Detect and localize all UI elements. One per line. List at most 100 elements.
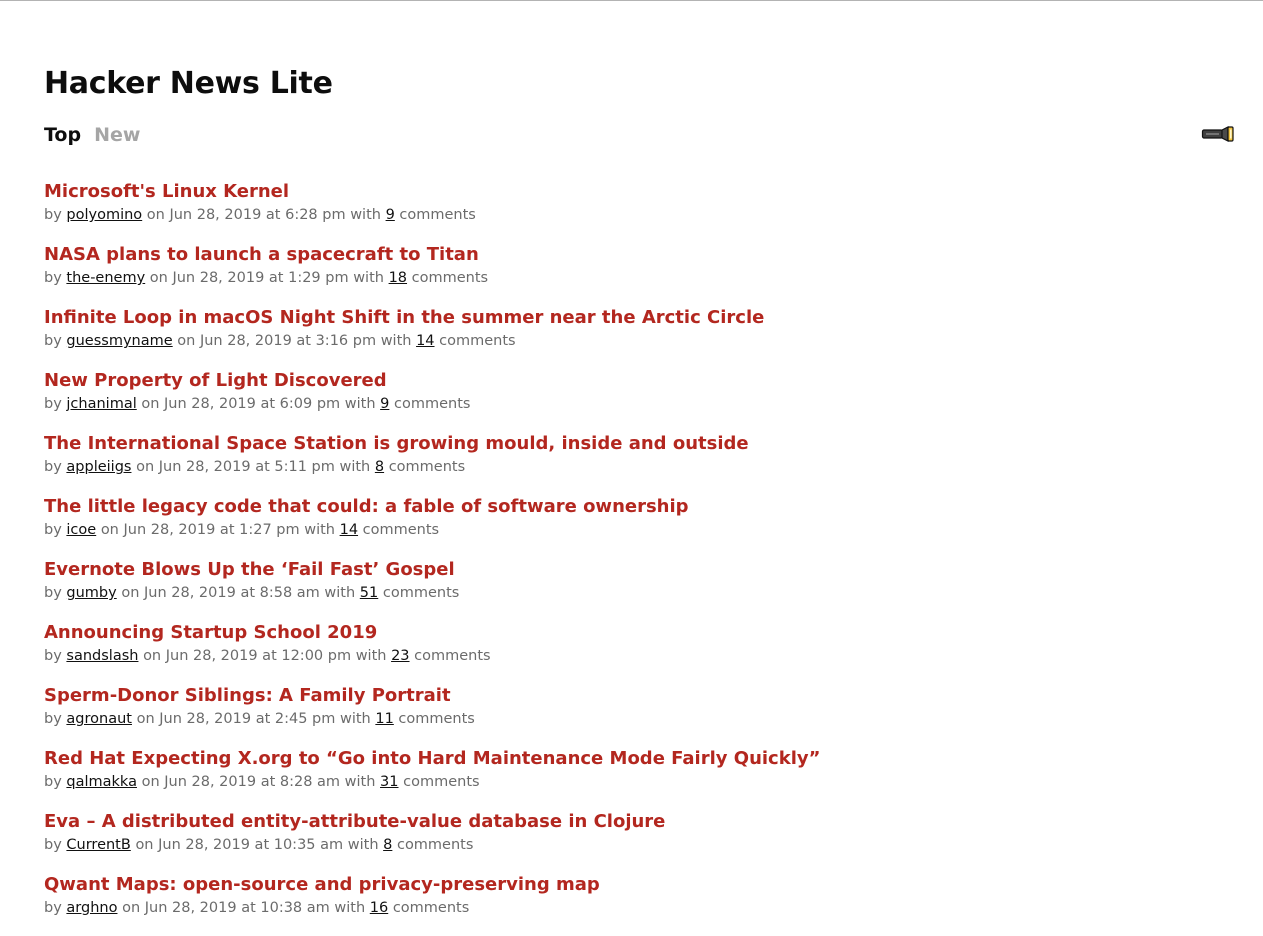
story-title-link[interactable]: Microsoft's Linux Kernel <box>44 180 1144 204</box>
story-item: New Property of Light Discovered by jcha… <box>44 369 1144 432</box>
story-title-link[interactable]: Infinite Loop in macOS Night Shift in th… <box>44 306 1144 330</box>
meta-with-label: with <box>344 396 376 412</box>
author-link[interactable]: polyomino <box>66 207 142 223</box>
meta-on-label: on <box>143 648 162 664</box>
story-title-link[interactable]: The little legacy code that could: a fab… <box>44 495 1144 519</box>
meta-on-label: on <box>177 333 196 349</box>
story-title-link[interactable]: Red Hat Expecting X.org to “Go into Hard… <box>44 747 1144 771</box>
meta-by-label: by <box>44 270 62 286</box>
story-item: Microsoft's Linux Kernel by polyomino on… <box>44 180 1144 243</box>
meta-with-label: with <box>380 333 412 349</box>
author-link[interactable]: arghno <box>66 900 117 916</box>
story-item: Infinite Loop in macOS Night Shift in th… <box>44 306 1144 369</box>
story-date: Jun 28, 2019 at 6:09 pm <box>164 396 341 412</box>
comment-count-link[interactable]: 9 <box>380 396 389 412</box>
story-title-link[interactable]: Evernote Blows Up the ‘Fail Fast’ Gospel <box>44 558 1144 582</box>
meta-with-label: with <box>339 459 371 475</box>
author-link[interactable]: agronaut <box>66 711 132 727</box>
story-date: Jun 28, 2019 at 6:28 pm <box>169 207 346 223</box>
story-item: Eva – A distributed entity-attribute-val… <box>44 810 1144 873</box>
meta-comments-label: comments <box>398 711 475 727</box>
meta-by-label: by <box>44 522 62 538</box>
author-link[interactable]: gumby <box>66 585 116 601</box>
comment-count-link[interactable]: 8 <box>375 459 384 475</box>
story-date: Jun 28, 2019 at 8:58 am <box>144 585 320 601</box>
meta-comments-label: comments <box>392 900 470 916</box>
comment-count-link[interactable]: 51 <box>360 585 378 601</box>
meta-by-label: by <box>44 837 62 853</box>
comment-count-link[interactable]: 8 <box>383 837 392 853</box>
comment-count-link[interactable]: 14 <box>416 333 434 349</box>
meta-on-label: on <box>146 207 165 223</box>
meta-on-label: on <box>141 396 160 412</box>
meta-comments-label: comments <box>399 207 476 223</box>
meta-on-label: on <box>135 837 154 853</box>
meta-comments-label: comments <box>439 333 516 349</box>
meta-by-label: by <box>44 774 62 790</box>
story-title-link[interactable]: Qwant Maps: open-source and privacy-pres… <box>44 873 1144 897</box>
meta-with-label: with <box>334 900 366 916</box>
story-date: Jun 28, 2019 at 10:38 am <box>144 900 330 916</box>
story-date: Jun 28, 2019 at 1:29 pm <box>172 270 349 286</box>
story-title-link[interactable]: New Property of Light Discovered <box>44 369 1144 393</box>
meta-with-label: with <box>350 207 381 223</box>
meta-on-label: on <box>136 459 155 475</box>
author-link[interactable]: the-enemy <box>66 270 145 286</box>
meta-with-label: with <box>347 837 379 853</box>
comment-count-link[interactable]: 31 <box>380 774 398 790</box>
flashlight-icon[interactable] <box>1201 124 1235 144</box>
story-item: Qwant Maps: open-source and privacy-pres… <box>44 873 1144 936</box>
comment-count-link[interactable]: 14 <box>340 522 358 538</box>
meta-with-label: with <box>355 648 387 664</box>
author-link[interactable]: appleiigs <box>66 459 131 475</box>
story-meta: by arghno on Jun 28, 2019 at 10:38 am wi… <box>44 897 1144 919</box>
comment-count-link[interactable]: 11 <box>375 711 393 727</box>
story-date: Jun 28, 2019 at 3:16 pm <box>199 333 377 349</box>
story-item: Sperm-Donor Siblings: A Family Portrait … <box>44 684 1144 747</box>
story-item: NASA plans to launch a spacecraft to Tit… <box>44 243 1144 306</box>
story-date: Jun 28, 2019 at 5:11 pm <box>158 459 335 475</box>
author-link[interactable]: sandslash <box>66 648 138 664</box>
top-border-line <box>0 0 1263 1</box>
meta-comments-label: comments <box>396 837 474 853</box>
author-link[interactable]: CurrentB <box>66 837 130 853</box>
comment-count-link[interactable]: 23 <box>391 648 409 664</box>
story-title-link[interactable]: Sperm-Donor Siblings: A Family Portrait <box>44 684 1144 708</box>
story-list: Microsoft's Linux Kernel by polyomino on… <box>44 180 1144 936</box>
story-meta: by icoe on Jun 28, 2019 at 1:27 pm with … <box>44 519 1144 541</box>
meta-by-label: by <box>44 333 62 349</box>
meta-with-label: with <box>344 774 376 790</box>
story-title-link[interactable]: Announcing Startup School 2019 <box>44 621 1144 645</box>
author-link[interactable]: guessmyname <box>66 333 172 349</box>
story-date: Jun 28, 2019 at 2:45 pm <box>159 711 336 727</box>
tab-new[interactable]: New <box>94 122 140 148</box>
meta-on-label: on <box>100 522 119 538</box>
story-title-link[interactable]: NASA plans to launch a spacecraft to Tit… <box>44 243 1144 267</box>
story-meta: by qalmakka on Jun 28, 2019 at 8:28 am w… <box>44 771 1144 793</box>
story-item: Announcing Startup School 2019 by sandsl… <box>44 621 1144 684</box>
story-date: Jun 28, 2019 at 12:00 pm <box>165 648 352 664</box>
meta-by-label: by <box>44 900 62 916</box>
tab-top[interactable]: Top <box>44 122 81 148</box>
story-title-link[interactable]: Eva – A distributed entity-attribute-val… <box>44 810 1144 834</box>
story-meta: by sandslash on Jun 28, 2019 at 12:00 pm… <box>44 645 1144 667</box>
author-link[interactable]: qalmakka <box>66 774 137 790</box>
comment-count-link[interactable]: 16 <box>370 900 388 916</box>
story-title-link[interactable]: The International Space Station is growi… <box>44 432 1144 456</box>
meta-comments-label: comments <box>403 774 480 790</box>
meta-on-label: on <box>149 270 168 286</box>
comment-count-link[interactable]: 18 <box>389 270 407 286</box>
author-link[interactable]: icoe <box>66 522 96 538</box>
meta-comments-label: comments <box>362 522 440 538</box>
meta-on-label: on <box>122 900 141 916</box>
meta-comments-label: comments <box>411 270 489 286</box>
story-date: Jun 28, 2019 at 1:27 pm <box>123 522 300 538</box>
meta-comments-label: comments <box>388 459 466 475</box>
author-link[interactable]: jchanimal <box>66 396 136 412</box>
meta-by-label: by <box>44 459 62 475</box>
meta-with-label: with <box>339 711 371 727</box>
story-meta: by jchanimal on Jun 28, 2019 at 6:09 pm … <box>44 393 1144 415</box>
meta-by-label: by <box>44 711 62 727</box>
comment-count-link[interactable]: 9 <box>386 207 395 223</box>
story-item: The little legacy code that could: a fab… <box>44 495 1144 558</box>
